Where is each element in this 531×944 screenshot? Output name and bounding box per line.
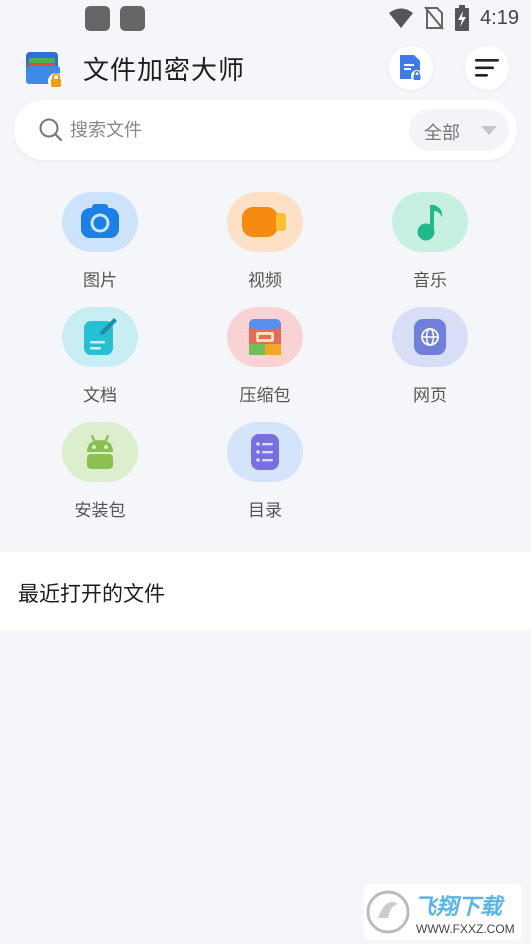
folder-lock-icon: [26, 52, 64, 89]
app-header: 文件加密大师: [0, 40, 531, 96]
file-lock-button[interactable]: [389, 46, 433, 90]
status-time: 4:19: [480, 6, 519, 29]
archive-icon: [227, 307, 303, 367]
category-label: 目录: [248, 501, 282, 521]
wifi-icon: [389, 8, 414, 28]
category-apk[interactable]: 安装包: [40, 420, 160, 530]
recent-files-title: 最近打开的文件: [18, 582, 165, 606]
menu-icon: [475, 59, 499, 77]
video-icon: [227, 192, 303, 252]
search-input[interactable]: [70, 114, 390, 146]
music-note-icon: [392, 192, 468, 252]
category-label: 网页: [413, 386, 447, 406]
watermark-text: 飞翔下载: [414, 895, 505, 920]
filter-selected-value: 全部: [424, 123, 460, 144]
category-archives[interactable]: 压缩包: [205, 305, 325, 415]
notification-square-icon: [85, 6, 110, 31]
category-documents[interactable]: 文档: [40, 305, 160, 415]
category-videos[interactable]: 视频: [205, 190, 325, 300]
recent-files-section: 最近打开的文件: [0, 552, 531, 630]
menu-button[interactable]: [465, 46, 509, 90]
camera-icon: [62, 192, 138, 252]
category-label: 音乐: [413, 271, 447, 291]
category-label: 视频: [248, 271, 282, 291]
list-icon: [227, 422, 303, 482]
search-icon: [39, 118, 63, 142]
status-icons: 4:19: [388, 4, 519, 32]
app-title: 文件加密大师: [83, 56, 246, 86]
battery-charging-icon: [455, 5, 470, 31]
category-grid: 图片 视频 音乐 文档 压缩包 网页 安装包 目录: [0, 190, 531, 530]
notification-square-icon: [120, 6, 145, 31]
watermark-logo: 飞翔下载 WWW.FXXZ.COM: [364, 884, 522, 940]
category-images[interactable]: 图片: [40, 190, 160, 300]
category-label: 图片: [83, 271, 117, 291]
category-label: 文档: [83, 386, 117, 406]
dropdown-arrow-icon: [481, 126, 497, 135]
no-sim-icon: [424, 6, 444, 30]
android-icon: [62, 422, 138, 482]
file-lock-icon: [400, 55, 423, 82]
document-edit-icon: [62, 307, 138, 367]
web-page-icon: [392, 307, 468, 367]
watermark-url: WWW.FXXZ.COM: [416, 922, 515, 936]
category-label: 安装包: [74, 501, 126, 521]
category-label: 压缩包: [239, 386, 291, 406]
category-directory[interactable]: 目录: [205, 420, 325, 530]
category-web-pages[interactable]: 网页: [370, 305, 490, 415]
search-bar: 全部: [14, 100, 517, 160]
status-bar: 4:19: [0, 0, 531, 36]
file-type-filter-select[interactable]: 全部: [409, 109, 509, 151]
category-music[interactable]: 音乐: [370, 190, 490, 300]
